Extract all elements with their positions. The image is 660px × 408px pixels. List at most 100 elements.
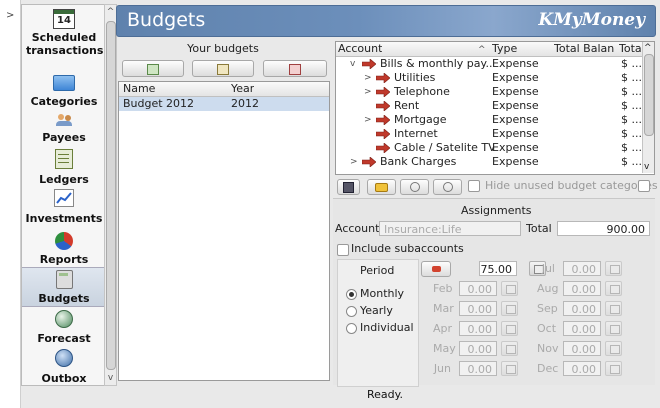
filter-checkbox[interactable]: [638, 180, 650, 192]
month-value-field[interactable]: 0.00: [563, 261, 601, 276]
month-label: May: [433, 342, 456, 355]
scrollbar-thumb[interactable]: [106, 21, 116, 370]
delete-budget-button[interactable]: [263, 60, 327, 77]
account-type: Expense: [492, 155, 539, 168]
month-calculator-button[interactable]: [605, 261, 622, 276]
month-label: Apr: [433, 322, 453, 335]
calculator-icon: [610, 265, 620, 274]
account-row[interactable]: > Bank Charges Expense $ ...: [336, 155, 642, 169]
nav-item-payees[interactable]: Payees: [22, 114, 106, 144]
month-calculator-button[interactable]: [501, 341, 518, 356]
scrollbar-thumb[interactable]: [644, 54, 654, 136]
nav-item-investments[interactable]: Investments: [22, 189, 106, 225]
clear-button[interactable]: [421, 261, 451, 277]
nav-label: Reports: [39, 253, 89, 266]
column-year[interactable]: Year: [231, 82, 254, 96]
month-value-field[interactable]: 0.00: [459, 321, 497, 336]
reset-button[interactable]: [367, 179, 396, 195]
month-label: Oct: [537, 322, 557, 335]
month-value-field[interactable]: 0.00: [459, 361, 497, 376]
nav-item-outbox[interactable]: Outbox: [22, 349, 106, 385]
month-calculator-button[interactable]: [605, 321, 622, 336]
expand-all-button[interactable]: [433, 179, 462, 195]
month-value-field[interactable]: 0.00: [563, 341, 601, 356]
account-row[interactable]: > Utilities Expense $ ...: [336, 71, 642, 85]
reset-icon: [375, 183, 388, 192]
expand-icon[interactable]: >: [350, 157, 358, 167]
column-account[interactable]: Account: [338, 42, 382, 56]
hide-unused-checkbox[interactable]: [468, 180, 480, 192]
account-row[interactable]: Cable / Satelite TV Expense $ ...: [336, 141, 642, 155]
column-name[interactable]: Name: [123, 82, 155, 96]
scroll-down-icon[interactable]: v: [644, 162, 649, 172]
month-value-field[interactable]: 0.00: [459, 341, 497, 356]
month-calculator-button[interactable]: [605, 281, 622, 296]
month-calculator-button[interactable]: [501, 301, 518, 316]
scroll-up-icon[interactable]: ^: [644, 43, 652, 53]
nav-scrollbar[interactable]: ^ v: [104, 4, 117, 386]
month-calculator-button[interactable]: [501, 281, 518, 296]
month-value-field[interactable]: 0.00: [563, 281, 601, 296]
individual-radio[interactable]: [346, 323, 357, 334]
period-value-field[interactable]: 75.00: [479, 261, 517, 276]
collapse-icon[interactable]: v: [350, 59, 355, 69]
account-type: Expense: [492, 57, 539, 70]
budget-row[interactable]: Budget 2012 2012: [119, 97, 329, 111]
column-total[interactable]: Tota: [619, 42, 641, 56]
status-bar: Ready.: [366, 388, 404, 401]
nav-item-scheduled-transactions[interactable]: 14 Scheduled transactions: [22, 9, 106, 57]
account-row[interactable]: Rent Expense $ ...: [336, 99, 642, 113]
scroll-up-icon[interactable]: ^: [106, 6, 115, 18]
month-value-field[interactable]: 0.00: [563, 321, 601, 336]
account-type: Expense: [492, 85, 539, 98]
expand-icon[interactable]: >: [364, 115, 372, 125]
expand-icon[interactable]: >: [6, 10, 14, 21]
nav-label: Categories: [30, 95, 98, 108]
account-row[interactable]: Internet Expense $ ...: [336, 127, 642, 141]
month-calculator-button[interactable]: [605, 301, 622, 316]
month-calculator-button[interactable]: [605, 341, 622, 356]
include-subaccounts-checkbox[interactable]: [337, 244, 349, 256]
hide-unused-label: Hide unused budget categories: [485, 179, 658, 192]
account-total: $ ...: [621, 71, 641, 84]
zoom-in-icon: [442, 182, 453, 192]
month-value-field[interactable]: 0.00: [459, 281, 497, 296]
month-calculator-button[interactable]: [501, 361, 518, 376]
month-value-field[interactable]: 0.00: [563, 361, 601, 376]
expand-icon[interactable]: >: [364, 87, 372, 97]
month-calculator-button[interactable]: [501, 321, 518, 336]
yearly-radio[interactable]: [346, 306, 357, 317]
nav-item-forecast[interactable]: Forecast: [22, 310, 106, 345]
save-button[interactable]: [337, 179, 360, 195]
account-name: Bank Charges: [380, 155, 457, 168]
rename-budget-button[interactable]: [192, 60, 254, 77]
clear-icon: [431, 266, 441, 272]
account-tree-scrollbar[interactable]: ^ v: [642, 42, 654, 173]
account-name: Mortgage: [394, 113, 447, 126]
month-label: Feb: [433, 282, 453, 295]
nav-label: Ledgers: [39, 173, 89, 186]
monthly-radio[interactable]: [346, 289, 357, 300]
column-total-balance[interactable]: Total Balance: [554, 42, 614, 56]
account-row[interactable]: v Bills & monthly pay... Expense $ ...: [336, 57, 642, 71]
assignments-panel: Assignments Account Insurance:Life Total…: [333, 198, 655, 387]
column-type[interactable]: Type: [492, 42, 517, 56]
account-row[interactable]: > Telephone Expense $ ...: [336, 85, 642, 99]
nav-item-budgets[interactable]: Budgets: [22, 267, 106, 307]
month-label: Jul: [541, 262, 555, 275]
nav-item-ledgers[interactable]: Ledgers: [22, 149, 106, 186]
month-value-field[interactable]: 0.00: [459, 301, 497, 316]
collapse-all-button[interactable]: [400, 179, 429, 195]
new-budget-button[interactable]: [122, 60, 184, 77]
expand-icon[interactable]: >: [364, 73, 372, 83]
total-field[interactable]: 900.00: [557, 221, 650, 236]
new-budget-icon: [147, 64, 159, 75]
scroll-down-icon[interactable]: v: [106, 372, 115, 384]
account-total: $ ...: [621, 141, 641, 154]
account-row[interactable]: > Mortgage Expense $ ...: [336, 113, 642, 127]
account-field[interactable]: Insurance:Life: [379, 221, 521, 236]
month-calculator-button[interactable]: [605, 361, 622, 376]
nav-item-categories[interactable]: Categories: [22, 75, 106, 108]
month-value-field[interactable]: 0.00: [563, 301, 601, 316]
nav-item-reports[interactable]: Reports: [22, 232, 106, 266]
